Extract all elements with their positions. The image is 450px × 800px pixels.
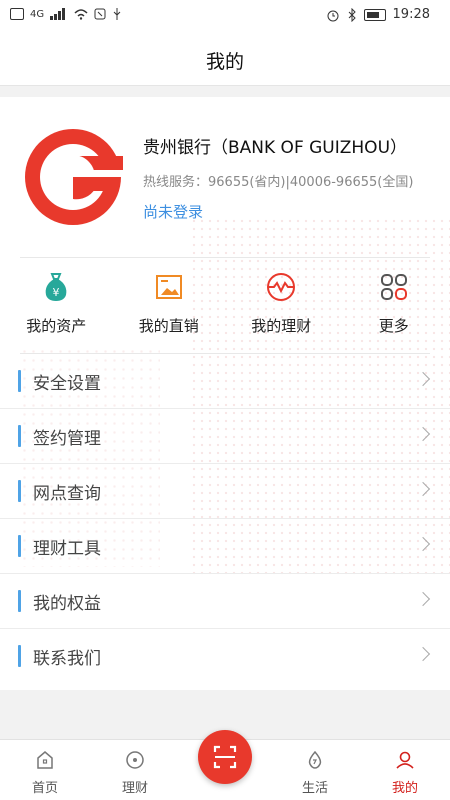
login-link[interactable]: 尚未登录 xyxy=(143,201,203,222)
quick-action-label: 我的资产 xyxy=(26,317,87,335)
profile-divider xyxy=(20,257,430,258)
tab-label: 理财 xyxy=(121,781,148,796)
money-bag-icon: ¥ xyxy=(45,273,67,301)
quick-action-direct-sales[interactable]: 我的直销 xyxy=(113,269,226,349)
compass-icon xyxy=(126,751,144,769)
hd-icon xyxy=(10,8,24,20)
menu-item-label: 理财工具 xyxy=(33,539,101,559)
quick-action-wealth[interactable]: 我的理财 xyxy=(225,269,338,349)
menu-accent-bar xyxy=(18,425,21,447)
status-right: 19:28 xyxy=(326,7,430,22)
scan-icon xyxy=(213,745,237,769)
tab-label: 生活 xyxy=(301,781,328,796)
tab-label: 首页 xyxy=(31,781,58,796)
quick-actions: ¥ 我的资产 我的直销 我的理财 更多 xyxy=(0,269,450,349)
bluetooth-icon xyxy=(348,7,356,22)
network-label: 4G xyxy=(30,8,45,20)
tab-home[interactable]: 首页 xyxy=(0,740,90,800)
drop-icon xyxy=(308,750,322,769)
battery-icon xyxy=(363,8,386,21)
menu-accent-bar xyxy=(18,480,21,502)
tab-wealth[interactable]: 理财 xyxy=(90,740,180,800)
grid-icon xyxy=(380,274,407,300)
chevron-right-icon xyxy=(415,481,431,497)
chevron-right-icon xyxy=(415,591,431,607)
status-time: 19:28 xyxy=(392,7,430,22)
menu-list: 安全设置 签约管理 网点查询 理财工具 我的权益 联系我们 xyxy=(0,354,450,683)
bank-name: 贵州银行（BANK OF GUIZHOU） xyxy=(143,138,408,158)
alarm-icon xyxy=(327,10,339,21)
menu-item-label: 网点查询 xyxy=(33,484,101,504)
chevron-right-icon xyxy=(415,646,431,662)
menu-accent-bar xyxy=(18,645,21,667)
menu-accent-bar xyxy=(18,535,21,557)
bank-logo-icon xyxy=(25,129,123,225)
menu-item-label: 联系我们 xyxy=(33,649,101,669)
svg-text:¥: ¥ xyxy=(53,286,60,299)
tab-label: 我的 xyxy=(391,781,418,796)
quick-action-label: 更多 xyxy=(378,317,409,335)
chevron-right-icon xyxy=(415,536,431,552)
tab-life[interactable]: 生活 xyxy=(270,740,360,800)
usb-icon xyxy=(113,8,121,20)
menu-accent-bar xyxy=(18,370,21,392)
home-icon xyxy=(37,751,53,769)
chevron-right-icon xyxy=(415,371,431,387)
user-icon xyxy=(396,751,414,769)
chevron-right-icon xyxy=(415,426,431,442)
nfc-icon xyxy=(94,8,106,20)
header-bar: 我的 xyxy=(0,30,450,86)
menu-item-finance-tools[interactable]: 理财工具 xyxy=(0,519,450,574)
wifi-icon xyxy=(74,9,88,20)
profile-card: 贵州银行（BANK OF GUIZHOU） 热线服务：96655(省内)|400… xyxy=(0,97,450,690)
quick-action-label: 我的直销 xyxy=(138,317,199,335)
page-title: 我的 xyxy=(205,51,244,73)
tab-mine[interactable]: 我的 xyxy=(360,740,450,800)
wallet-circle-icon xyxy=(267,273,296,301)
menu-accent-bar xyxy=(18,590,21,612)
quick-action-more[interactable]: 更多 xyxy=(338,269,450,349)
quick-action-label: 我的理财 xyxy=(251,317,312,335)
menu-item-contract-management[interactable]: 签约管理 xyxy=(0,409,450,464)
menu-item-branch-lookup[interactable]: 网点查询 xyxy=(0,464,450,519)
scan-button[interactable] xyxy=(198,730,252,784)
menu-item-label: 签约管理 xyxy=(33,429,101,449)
menu-item-security-settings[interactable]: 安全设置 xyxy=(0,354,450,409)
menu-item-label: 我的权益 xyxy=(33,594,101,614)
menu-item-my-benefits[interactable]: 我的权益 xyxy=(0,574,450,629)
image-frame-icon xyxy=(155,275,182,299)
quick-action-assets[interactable]: ¥ 我的资产 xyxy=(0,269,113,349)
signal-icon xyxy=(50,8,66,20)
menu-item-label: 安全设置 xyxy=(33,374,101,394)
hotline-text: 热线服务：96655(省内)|40006-96655(全国) xyxy=(143,175,414,190)
status-bar: 4G 19:28 xyxy=(0,0,450,30)
menu-item-contact-us[interactable]: 联系我们 xyxy=(0,629,450,683)
status-left: 4G xyxy=(10,8,122,20)
